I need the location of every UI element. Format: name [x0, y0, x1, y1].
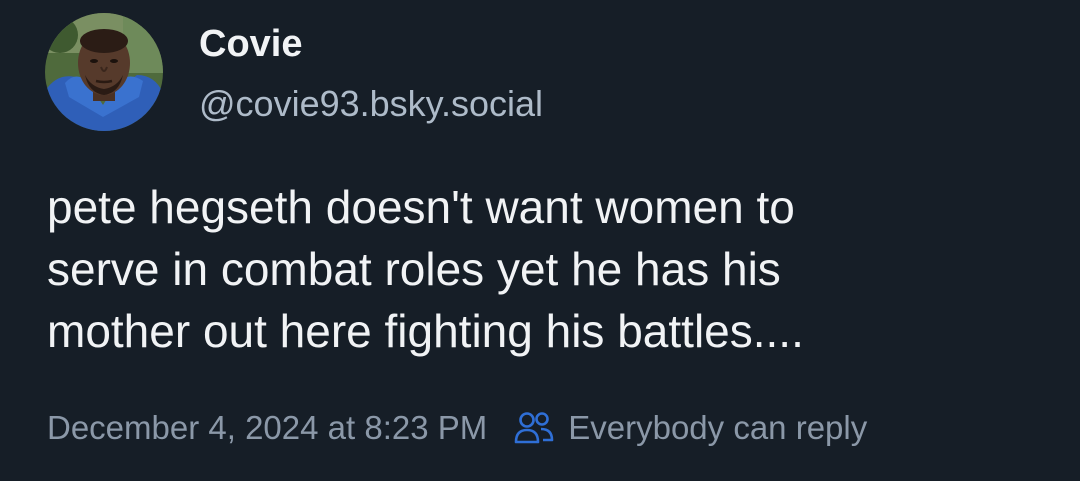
reply-setting[interactable]: Everybody can reply: [514, 409, 867, 447]
post-text-line: mother out here fighting his battles....: [47, 305, 804, 357]
post-text-line: pete hegseth doesn't want women to: [47, 181, 795, 233]
post-text-line: serve in combat roles yet he has his: [47, 243, 781, 295]
avatar-image: [45, 13, 163, 131]
post-text: pete hegseth doesn't want women to serve…: [47, 176, 1047, 362]
reply-setting-label: Everybody can reply: [568, 409, 868, 446]
post-card: Covie @covie93.bsky.social pete hegseth …: [0, 0, 1080, 481]
author-display-name[interactable]: Covie: [199, 22, 302, 66]
people-icon: [514, 410, 554, 446]
post-footer: December 4, 2024 at 8:23 PM Everybody ca…: [47, 406, 867, 450]
author-avatar[interactable]: [45, 13, 163, 131]
author-handle[interactable]: @covie93.bsky.social: [199, 82, 543, 126]
post-timestamp[interactable]: December 4, 2024 at 8:23 PM: [47, 409, 487, 447]
